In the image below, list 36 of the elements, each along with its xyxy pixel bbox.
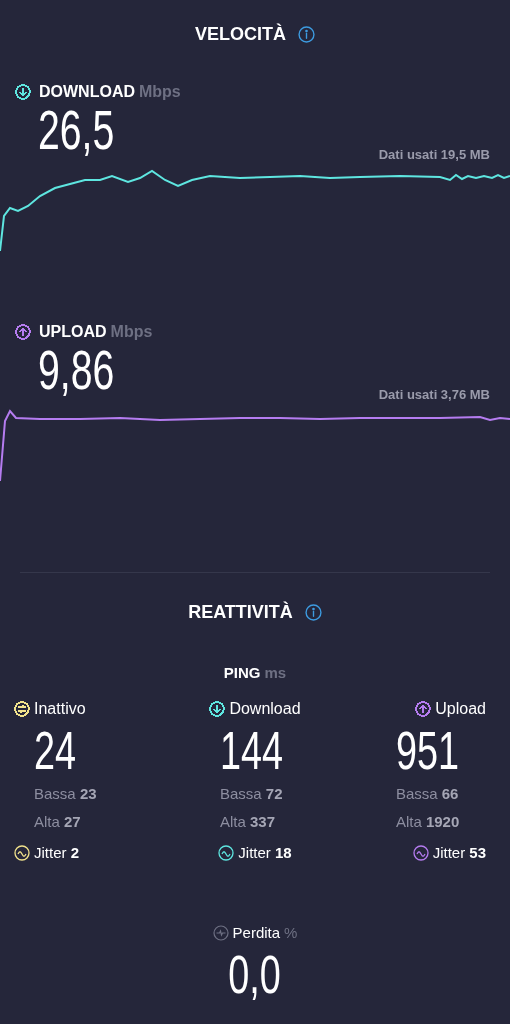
loss-value: 0,0: [228, 944, 282, 1003]
test-label: UPLOAD: [39, 322, 107, 342]
section-title: VELOCITÀ: [195, 22, 286, 46]
ping-value: 24: [34, 720, 77, 779]
high-reading: Alta 1920: [395, 812, 460, 832]
low-reading: Bassa 72: [219, 783, 283, 804]
loss-label: Perdita: [232, 923, 281, 943]
info-icon[interactable]: [304, 604, 322, 621]
high-reading: Alta 337: [219, 812, 275, 832]
data-used-text: Dati usati 3,76 MB: [378, 385, 490, 404]
unit-label: Mbps: [139, 82, 181, 102]
ping-label: PING: [223, 663, 261, 683]
wave-icon: [218, 844, 235, 861]
unit-label: ms: [264, 663, 287, 683]
wave-icon: [14, 844, 30, 861]
ping-column-label: Download: [229, 698, 301, 719]
speed-value: 26,5: [38, 102, 115, 158]
low-reading: Bassa 23: [34, 783, 97, 804]
low-reading: Bassa 66: [395, 783, 459, 804]
wave-icon: [412, 844, 429, 861]
ping-column-label: Upload: [435, 698, 486, 719]
unit-label: %: [284, 923, 298, 943]
jitter-reading: Jitter 18: [238, 842, 292, 863]
ping-column-label: Inattivo: [34, 698, 86, 719]
jitter-reading: Jitter 53: [432, 842, 486, 863]
speed-value: 9,86: [38, 342, 115, 398]
test-label: DOWNLOAD: [39, 82, 135, 102]
data-used-text: Dati usati 19,5 MB: [378, 145, 490, 164]
loss-icon: [212, 925, 229, 942]
ping-value: 951: [395, 720, 459, 779]
unit-label: Mbps: [110, 322, 153, 342]
jitter-reading: Jitter 2: [34, 842, 80, 863]
ping-value: 144: [219, 720, 283, 779]
high-reading: Alta 27: [34, 812, 81, 832]
section-title: REATTIVITÀ: [188, 600, 293, 624]
info-icon[interactable]: [298, 25, 315, 43]
